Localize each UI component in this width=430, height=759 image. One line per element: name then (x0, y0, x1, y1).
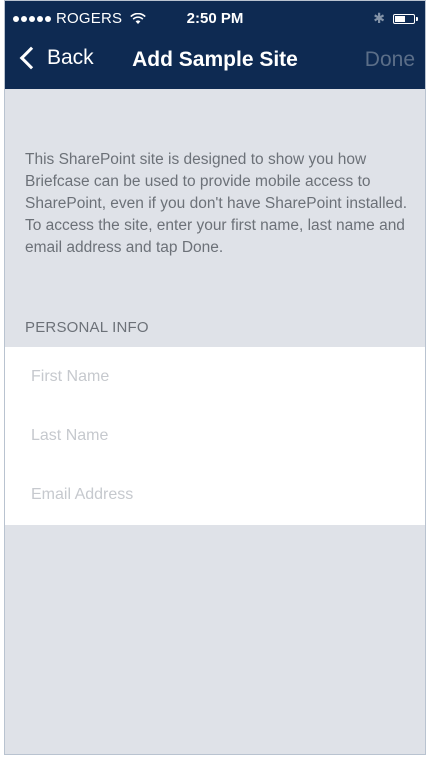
page-title: Add Sample Site (132, 48, 298, 71)
status-bar: ROGERS 2:50 PM ✱ (5, 1, 425, 37)
status-right: ✱ (373, 10, 418, 27)
section-header-personal-info: PERSONAL INFO (25, 319, 149, 336)
done-button[interactable]: Done (365, 48, 415, 72)
top-bar: ROGERS 2:50 PM ✱ Back Add Sample Site Do… (5, 1, 425, 89)
battery-level-fill (395, 15, 405, 22)
navigation-bar: Back Add Sample Site Done (5, 37, 425, 89)
first-name-field[interactable] (31, 355, 401, 399)
last-name-field[interactable] (31, 414, 401, 458)
personal-info-form (5, 347, 425, 525)
app-screen: ROGERS 2:50 PM ✱ Back Add Sample Site Do… (4, 0, 426, 755)
intro-description: This SharePoint site is designed to show… (25, 151, 408, 256)
email-field[interactable] (31, 473, 401, 517)
bluetooth-icon: ✱ (373, 10, 385, 26)
battery-icon (393, 13, 418, 24)
status-time: 2:50 PM (186, 10, 244, 27)
